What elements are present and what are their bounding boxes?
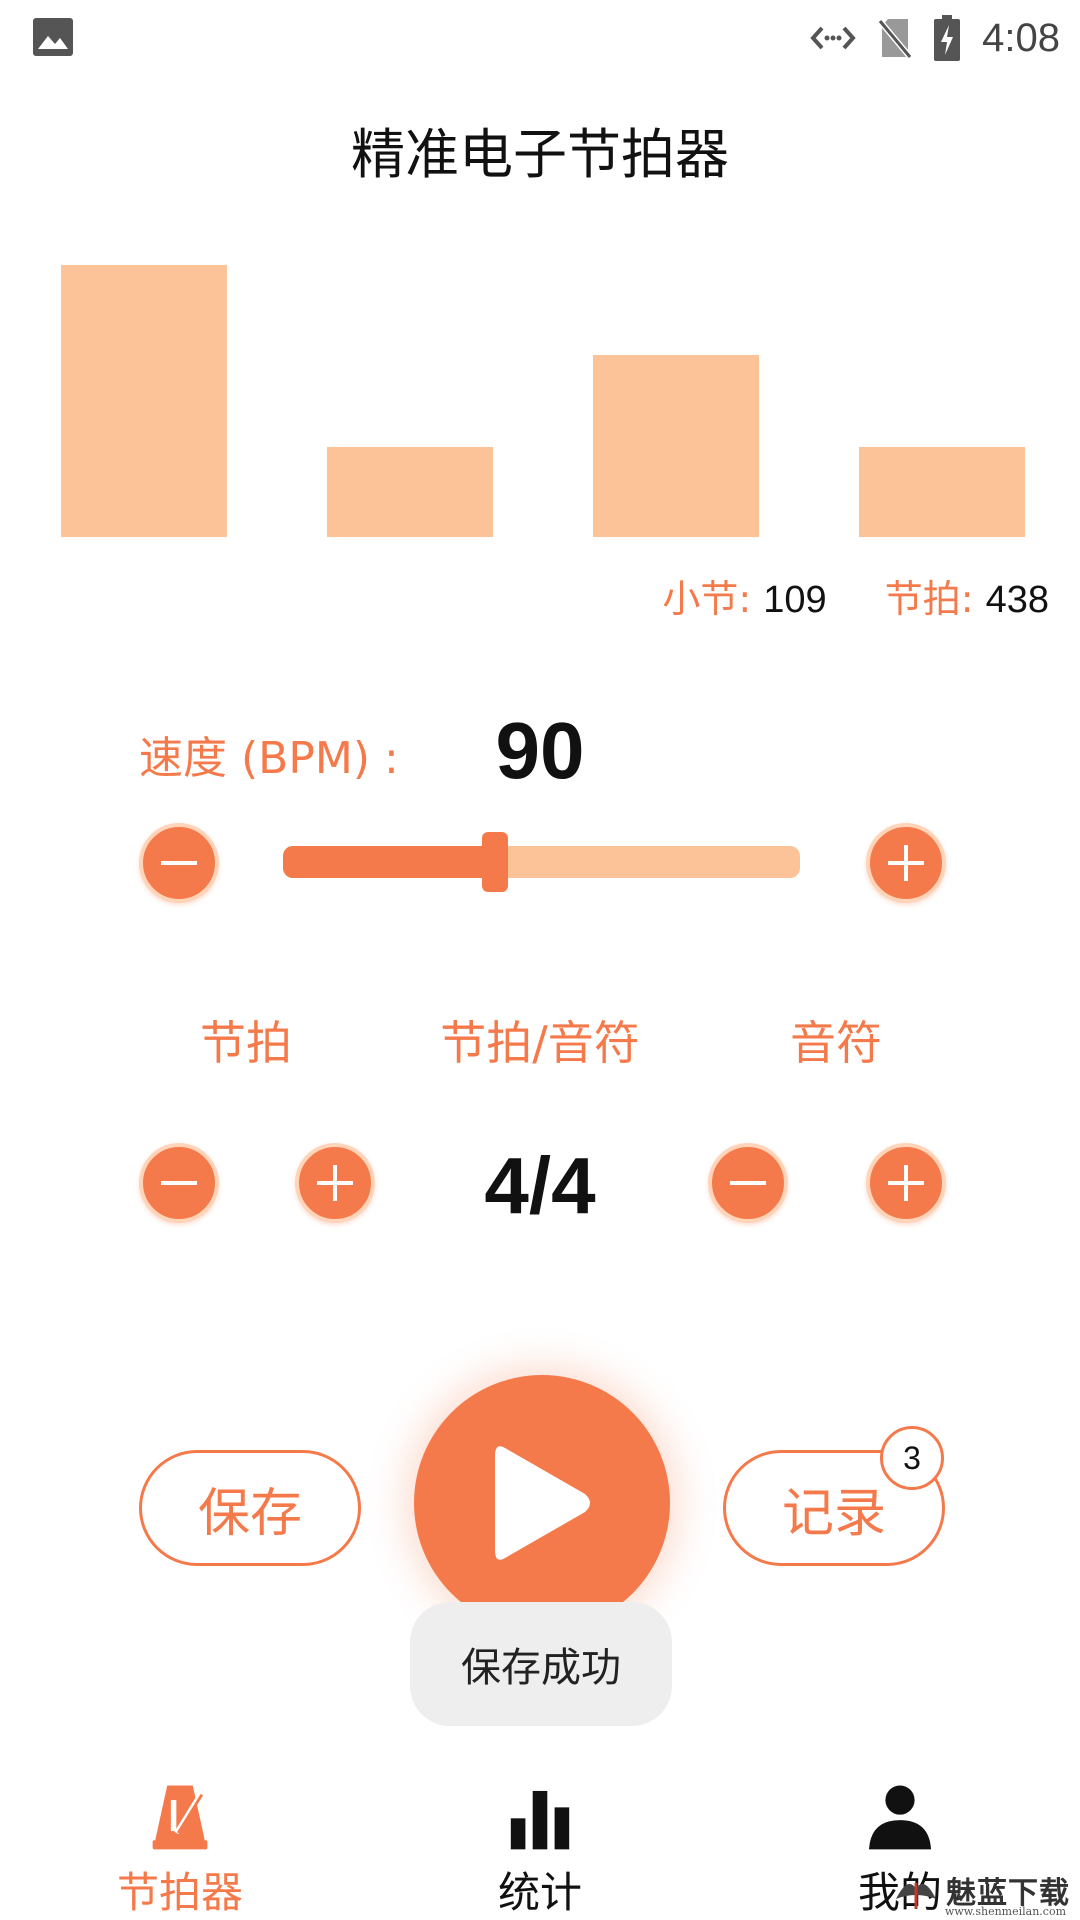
plus-icon (888, 845, 924, 881)
note-decrease-button[interactable] (708, 1143, 788, 1223)
beat-bar-3 (593, 355, 759, 537)
tempo-slider[interactable] (283, 832, 800, 892)
watermark: 魅蓝下载 www.shenmeilan.com (892, 1868, 1070, 1918)
beat-visualizer (0, 0, 1080, 560)
beat-counter: 节拍: 438 (885, 568, 1049, 623)
beats-increase-button[interactable] (295, 1143, 375, 1223)
time-signature-value: 4/4 (484, 1141, 596, 1230)
tempo-value: 90 (495, 706, 585, 795)
tempo-slider-thumb[interactable] (482, 832, 508, 892)
beat-label: 节拍: (884, 577, 974, 621)
minus-icon (730, 1181, 766, 1185)
history-count-badge: 3 (880, 1426, 944, 1490)
beats-label: 节拍 (200, 1016, 292, 1070)
plus-icon (317, 1165, 353, 1201)
beat-value: 438 (985, 579, 1049, 621)
metronome-icon (152, 1785, 208, 1850)
minus-icon (161, 861, 197, 865)
tempo-increase-button[interactable] (866, 823, 946, 903)
watermark-logo-icon (896, 1883, 936, 1909)
note-label: 音符 (790, 1016, 882, 1070)
toast-message: 保存成功 (410, 1602, 672, 1726)
note-increase-button[interactable] (866, 1143, 946, 1223)
save-button[interactable]: 保存 (139, 1450, 361, 1566)
person-icon (868, 1785, 932, 1850)
play-icon (495, 1446, 590, 1560)
measure-counter: 小节: 109 (662, 568, 826, 623)
tab-stats[interactable]: 统计 (420, 1770, 660, 1920)
bar-chart-icon (510, 1790, 570, 1850)
measure-value: 109 (763, 579, 827, 621)
watermark-url: www.shenmeilan.com (944, 1905, 1066, 1918)
beat-bar-2 (327, 447, 493, 537)
play-button[interactable] (414, 1375, 670, 1631)
tempo-decrease-button[interactable] (139, 823, 219, 903)
minus-icon (161, 1181, 197, 1185)
beat-bar-4 (859, 447, 1025, 537)
measure-label: 小节: (662, 577, 752, 621)
tab-metronome[interactable]: 节拍器 (60, 1770, 300, 1920)
plus-icon (888, 1165, 924, 1201)
beats-decrease-button[interactable] (139, 1143, 219, 1223)
time-signature-label: 节拍/音符 (440, 1016, 640, 1070)
tab-metronome-label: 节拍器 (116, 1868, 243, 1917)
counters: 小节: 109 节拍: 438 (662, 568, 1049, 623)
tab-stats-label: 统计 (497, 1868, 582, 1917)
tempo-slider-fill (283, 846, 495, 878)
tempo-label: 速度 (BPM) : (139, 733, 399, 784)
beat-bar-1 (61, 265, 227, 537)
